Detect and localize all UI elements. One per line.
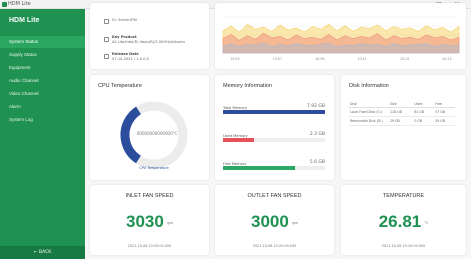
info-value: All Lite/Intel(R) Xeon(R)/2.00GHz/Ubuntu: [112, 39, 186, 44]
stat-timestamp: 2021-10-08 10:20:00.000: [252, 244, 297, 248]
disk-cell: 29 GB: [389, 116, 414, 126]
disk-card: Disk Information Disk Size Used Free Loc…: [341, 75, 466, 180]
memory-value: 7.92 GB: [306, 104, 325, 109]
window-title: HDM Lite: [8, 1, 31, 7]
stat-title: TEMPERATURE: [382, 193, 425, 199]
sidebar-item-system-log[interactable]: System Log: [0, 114, 85, 126]
main-content: IO: Server/PW Key Product All Lite/Intel…: [85, 3, 471, 259]
disk-card-title: Disk Information: [349, 83, 389, 89]
stat-value: 3000: [250, 212, 289, 231]
disk-col-header: Disk: [349, 100, 389, 108]
disk-table: Disk Size Used Free Local Fixed Disk (C:…: [349, 100, 455, 126]
stat-unit: rpm: [166, 220, 174, 225]
app-icon: [2, 2, 7, 7]
disk-cell: Removable Disk (D:): [349, 116, 389, 126]
memory-bar-track: [223, 166, 325, 170]
sidebar-item-supply-status[interactable]: Supply Status: [0, 49, 85, 61]
stat-timestamp: 2021-10-08 10:20:00.000: [381, 244, 426, 248]
disk-cell: 61 GB: [413, 107, 435, 117]
cpu-legend: CPU Temperature: [139, 166, 169, 170]
memory-bar-track: [223, 138, 325, 142]
info-label: Key Product: [112, 34, 137, 39]
cpu-temp-value: 00000000000000°C: [136, 132, 178, 137]
system-info-card: IO: Server/PW Key Product All Lite/Intel…: [90, 3, 209, 69]
sidebar-item-system-status[interactable]: System Status: [0, 36, 85, 48]
stat-unit: rpm: [291, 220, 299, 225]
memory-bar-fill: [223, 110, 325, 114]
disk-table-header: Disk Size Used Free: [349, 100, 455, 108]
disk-cell: 29 GB: [434, 116, 455, 126]
chart-x-tick-label: 10:09: [315, 57, 324, 61]
disk-col-header: Size: [389, 100, 414, 108]
memory-bar-fill: [223, 166, 296, 170]
area-chart: 10:05 10:07 10:09 10:11 10:13 10:15: [222, 16, 460, 61]
disk-cell: 118 GB: [389, 107, 414, 117]
table-row: Removable Disk (D:) 29 GB 0 GB 29 GB: [349, 116, 455, 126]
chart-x-tick-label: 10:07: [273, 57, 282, 61]
disk-col-header: Used: [413, 100, 435, 108]
chip-icon: [104, 37, 109, 42]
temperature-card: TEMPERATURE 26.81 °C 2021-10-08 10:20:00.…: [341, 185, 466, 255]
cpu-gauge: [120, 101, 188, 169]
memory-card-title: Memory Information: [223, 83, 272, 89]
memory-card: Memory Information Total Memory 7.92 GB …: [215, 75, 334, 180]
stat-unit: °C: [424, 220, 429, 225]
info-value: 07-14-2021 / 1.0.0.0: [112, 56, 149, 61]
info-text: Release Date 07-14-2021 / 1.0.0.0: [112, 52, 149, 62]
disk-cell: Local Fixed Disk (C:): [349, 107, 389, 117]
info-label: Release Date: [112, 51, 139, 56]
stat-title: INLET FAN SPEED: [125, 193, 174, 199]
chart-x-tick-label: 10:05: [230, 57, 239, 61]
sidebar-item-equipment[interactable]: Equipment: [0, 62, 85, 74]
stat-value: 26.81: [378, 212, 422, 231]
stat-title: OUTLET FAN SPEED: [247, 193, 302, 199]
memory-bar-fill: [223, 138, 254, 142]
stat-value-wrap: 3030 rpm: [90, 212, 209, 232]
calendar-icon: [104, 54, 109, 59]
inlet-fan-speed-card: INLET FAN SPEED 3030 rpm 2021-10-08 10:20…: [90, 185, 209, 255]
sidebar-item-alarm[interactable]: Alarm: [0, 101, 85, 113]
sidebar-item-audio-channel[interactable]: Audio Channel: [0, 75, 85, 87]
cpu-temperature-card: CPU Temperature 00000000000000°C CPU Tem…: [90, 75, 209, 180]
stat-value-wrap: 26.81 °C: [341, 212, 466, 232]
history-chart-card: 10:05 10:07 10:09 10:11 10:13 10:15: [215, 3, 466, 69]
outlet-fan-speed-card: OUTLET FAN SPEED 3000 rpm 2021-10-08 10:2…: [215, 185, 334, 255]
cpu-icon: [104, 19, 109, 24]
stat-value-wrap: 3000 rpm: [215, 212, 334, 232]
stat-value: 3030: [125, 212, 164, 231]
disk-cell: 0 GB: [413, 116, 435, 126]
memory-value: 2.3 GB: [309, 132, 325, 137]
chart-x-tick-label: 10:15: [442, 57, 451, 61]
chart-x-tick-label: 10:11: [358, 57, 367, 61]
table-row: Local Fixed Disk (C:) 118 GB 61 GB 57 GB: [349, 107, 455, 117]
memory-value: 5.6 GB: [309, 160, 325, 165]
disk-col-header: Free: [434, 100, 455, 108]
disk-cell: 57 GB: [434, 107, 455, 117]
back-button[interactable]: ← BACK: [0, 246, 85, 259]
info-text: Key Product All Lite/Intel(R) Xeon(R)/2.…: [112, 35, 185, 45]
sidebar: HDM Lite System Status Supply Status Equ…: [0, 9, 85, 259]
brand-title: HDM Lite: [9, 17, 40, 24]
stat-timestamp: 2021-10-08 10:20:00.000: [127, 244, 172, 248]
chart-x-tick-label: 10:13: [400, 57, 409, 61]
info-value: IO: Server/PW: [112, 18, 137, 22]
sidebar-item-video-channel[interactable]: Video Channel: [0, 88, 85, 100]
memory-bar-track: [223, 110, 325, 114]
